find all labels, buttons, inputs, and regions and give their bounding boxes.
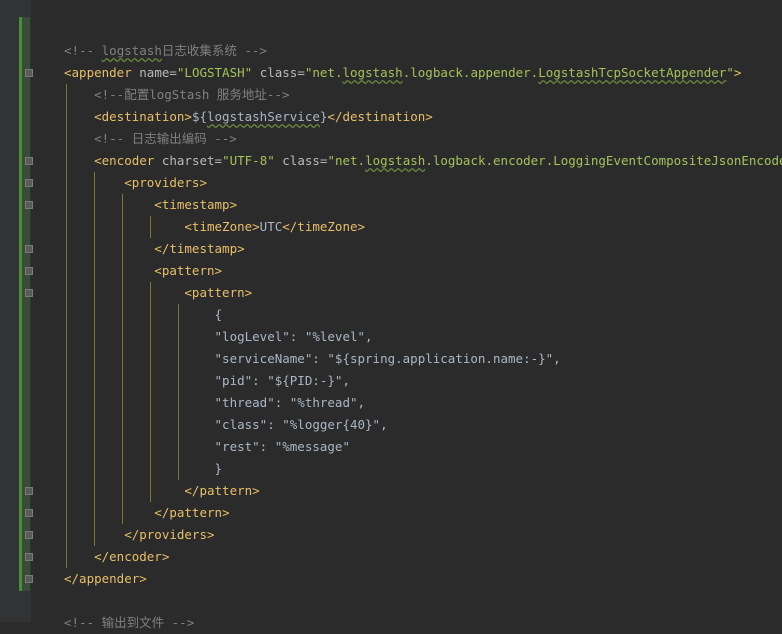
code-line[interactable]: <!--配置logStash 服务地址--> <box>64 84 782 106</box>
code-token: </pattern> <box>64 483 260 498</box>
code-token: <providers> <box>64 175 207 190</box>
code-line[interactable]: </pattern> <box>64 502 782 524</box>
code-token: "serviceName": "${spring.application.nam… <box>64 351 561 366</box>
code-token: .logback.encoder.LoggingEventCompositeJs… <box>425 153 782 168</box>
fold-icon[interactable] <box>25 575 33 583</box>
code-token: <!-- 输出到文件 --> <box>64 615 195 630</box>
fold-icon[interactable] <box>25 245 33 253</box>
code-token: ${ <box>191 109 207 124</box>
fold-icon[interactable] <box>25 487 33 495</box>
code-line[interactable]: "logLevel": "%level", <box>64 326 782 348</box>
code-token: <!-- 日志输出编码 --> <box>64 131 237 146</box>
code-line[interactable] <box>64 590 782 612</box>
code-token: logstashService <box>207 109 320 124</box>
code-line[interactable]: <destination>${logstashService}</destina… <box>64 106 782 128</box>
code-token: </encoder> <box>64 549 170 564</box>
code-line[interactable]: <!-- logstash日志收集系统 --> <box>64 40 782 62</box>
code-line[interactable]: </appender> <box>64 568 782 590</box>
code-token: " <box>726 65 734 80</box>
code-token: </timeZone> <box>282 219 366 234</box>
code-token: } <box>64 461 223 476</box>
fold-icon[interactable] <box>25 157 33 165</box>
code-line[interactable]: </providers> <box>64 524 782 546</box>
code-token: charset <box>161 153 215 168</box>
code-line[interactable]: <timestamp> <box>64 194 782 216</box>
fold-icon[interactable] <box>25 553 33 561</box>
fold-icon[interactable] <box>25 531 33 539</box>
code-line[interactable]: { <box>64 304 782 326</box>
fold-icon[interactable] <box>25 289 33 297</box>
code-line[interactable]: "serviceName": "${spring.application.nam… <box>64 348 782 370</box>
code-line[interactable]: <!-- 输出到文件 --> <box>64 612 782 634</box>
fold-icon[interactable] <box>25 69 33 77</box>
code-token: UTC <box>259 219 283 234</box>
code-token: "thread": "%thread", <box>64 395 366 410</box>
code-token: <!--配置logStash 服务地址--> <box>64 87 290 102</box>
code-token: <pattern> <box>64 263 223 278</box>
code-line[interactable]: <appender name="LOGSTASH" class="net.log… <box>64 62 782 84</box>
code-line[interactable]: <providers> <box>64 172 782 194</box>
code-token: "pid": "${PID:-}", <box>64 373 350 388</box>
code-token: </providers> <box>64 527 215 542</box>
code-line[interactable]: <pattern> <box>64 282 782 304</box>
code-token: = <box>297 65 305 80</box>
code-token: "class": "%logger{40}", <box>64 417 388 432</box>
code-token: .logback.appender. <box>402 65 539 80</box>
code-token: logstash <box>101 43 162 58</box>
code-editor[interactable]: <!-- logstash日志收集系统 --> <appender name="L… <box>64 40 782 634</box>
code-token: <pattern> <box>64 285 253 300</box>
code-token: "net. <box>327 153 366 168</box>
code-line[interactable]: } <box>64 458 782 480</box>
code-token: { <box>64 307 223 322</box>
code-token: "rest": "%message" <box>64 439 350 454</box>
code-token: = <box>169 65 177 80</box>
code-token: <timestamp> <box>64 197 238 212</box>
code-line[interactable]: <!-- 日志输出编码 --> <box>64 128 782 150</box>
code-token: </destination> <box>327 109 433 124</box>
code-token: logstash <box>365 153 426 168</box>
code-token: logstash <box>342 65 403 80</box>
code-line[interactable]: "class": "%logger{40}", <box>64 414 782 436</box>
code-token: <encoder <box>64 153 162 168</box>
code-line[interactable]: <encoder charset="UTF-8" class="net.logs… <box>64 150 782 172</box>
code-line[interactable]: </timestamp> <box>64 238 782 260</box>
vcs-change-marker[interactable] <box>19 17 30 591</box>
code-token: class <box>274 153 320 168</box>
code-token: <!-- <box>64 43 102 58</box>
code-line[interactable]: "pid": "${PID:-}", <box>64 370 782 392</box>
code-token: <appender <box>64 65 140 80</box>
code-token: <destination> <box>64 109 192 124</box>
code-token: "logLevel": "%level", <box>64 329 373 344</box>
code-token: 日志收集系统 --> <box>161 43 267 58</box>
fold-icon[interactable] <box>25 509 33 517</box>
code-token: </pattern> <box>64 505 230 520</box>
code-token: "UTF-8" <box>222 153 275 168</box>
code-token: = <box>214 153 223 168</box>
code-token: > <box>733 65 742 80</box>
code-token: LogstashTcpSocketAppender <box>538 65 727 80</box>
code-token: name <box>139 65 170 80</box>
fold-icon[interactable] <box>25 201 33 209</box>
code-line[interactable]: <timeZone>UTC</timeZone> <box>64 216 782 238</box>
code-token: <timeZone> <box>64 219 260 234</box>
code-line[interactable]: </pattern> <box>64 480 782 502</box>
code-line[interactable]: <pattern> <box>64 260 782 282</box>
fold-icon[interactable] <box>25 179 33 187</box>
fold-icon[interactable] <box>25 267 33 275</box>
code-token: "net. <box>304 65 343 80</box>
code-line[interactable]: "thread": "%thread", <box>64 392 782 414</box>
code-token: class <box>252 65 298 80</box>
code-token: </timestamp> <box>64 241 245 256</box>
code-token: "LOGSTASH" <box>176 65 253 80</box>
code-line[interactable]: </encoder> <box>64 546 782 568</box>
code-line[interactable]: "rest": "%message" <box>64 436 782 458</box>
code-token: </appender> <box>64 571 147 586</box>
